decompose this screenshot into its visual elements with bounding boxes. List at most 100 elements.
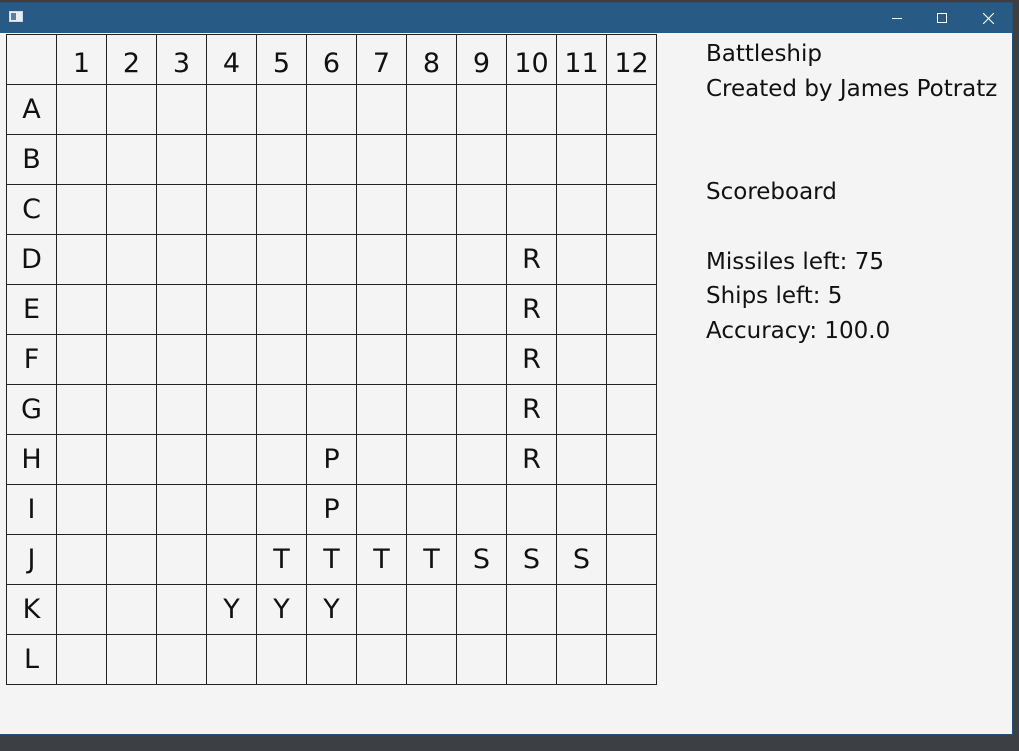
board-cell-E8[interactable] xyxy=(407,285,457,335)
board-cell-F10[interactable]: R xyxy=(507,335,557,385)
board-cell-I5[interactable] xyxy=(257,485,307,535)
board-cell-J1[interactable] xyxy=(57,535,107,585)
board-cell-K2[interactable] xyxy=(107,585,157,635)
board-cell-D9[interactable] xyxy=(457,235,507,285)
board-cell-D12[interactable] xyxy=(607,235,657,285)
board-cell-F2[interactable] xyxy=(107,335,157,385)
board-cell-G8[interactable] xyxy=(407,385,457,435)
board-cell-J3[interactable] xyxy=(157,535,207,585)
board-cell-D2[interactable] xyxy=(107,235,157,285)
board-cell-F1[interactable] xyxy=(57,335,107,385)
board-cell-J5[interactable]: T xyxy=(257,535,307,585)
board-cell-J9[interactable]: S xyxy=(457,535,507,585)
board-cell-A12[interactable] xyxy=(607,85,657,135)
board-cell-E3[interactable] xyxy=(157,285,207,335)
board-cell-A8[interactable] xyxy=(407,85,457,135)
board-cell-L6[interactable] xyxy=(307,635,357,685)
board-cell-E10[interactable]: R xyxy=(507,285,557,335)
board-cell-G5[interactable] xyxy=(257,385,307,435)
board-cell-L8[interactable] xyxy=(407,635,457,685)
board-cell-G1[interactable] xyxy=(57,385,107,435)
board-cell-C12[interactable] xyxy=(607,185,657,235)
board-cell-G2[interactable] xyxy=(107,385,157,435)
board-cell-B4[interactable] xyxy=(207,135,257,185)
board-cell-E2[interactable] xyxy=(107,285,157,335)
board-cell-A4[interactable] xyxy=(207,85,257,135)
board-cell-J12[interactable] xyxy=(607,535,657,585)
board-cell-I3[interactable] xyxy=(157,485,207,535)
board-cell-L2[interactable] xyxy=(107,635,157,685)
board-cell-I12[interactable] xyxy=(607,485,657,535)
board-cell-C2[interactable] xyxy=(107,185,157,235)
maximize-button[interactable] xyxy=(919,3,965,33)
board-cell-I2[interactable] xyxy=(107,485,157,535)
board-cell-E1[interactable] xyxy=(57,285,107,335)
board-cell-I1[interactable] xyxy=(57,485,107,535)
board-cell-G9[interactable] xyxy=(457,385,507,435)
board-cell-B7[interactable] xyxy=(357,135,407,185)
board-cell-E9[interactable] xyxy=(457,285,507,335)
board-cell-A11[interactable] xyxy=(557,85,607,135)
board-cell-C4[interactable] xyxy=(207,185,257,235)
board-cell-C9[interactable] xyxy=(457,185,507,235)
board-cell-L5[interactable] xyxy=(257,635,307,685)
board-cell-G6[interactable] xyxy=(307,385,357,435)
board-cell-D7[interactable] xyxy=(357,235,407,285)
board-cell-D6[interactable] xyxy=(307,235,357,285)
board-cell-D4[interactable] xyxy=(207,235,257,285)
board-cell-C11[interactable] xyxy=(557,185,607,235)
board-cell-B2[interactable] xyxy=(107,135,157,185)
board-cell-E5[interactable] xyxy=(257,285,307,335)
board-cell-H12[interactable] xyxy=(607,435,657,485)
board-cell-K8[interactable] xyxy=(407,585,457,635)
board-cell-B11[interactable] xyxy=(557,135,607,185)
board-cell-I9[interactable] xyxy=(457,485,507,535)
board-cell-I4[interactable] xyxy=(207,485,257,535)
board-cell-C7[interactable] xyxy=(357,185,407,235)
board-cell-D11[interactable] xyxy=(557,235,607,285)
board-cell-A5[interactable] xyxy=(257,85,307,135)
minimize-button[interactable] xyxy=(874,3,920,33)
board-cell-F5[interactable] xyxy=(257,335,307,385)
board-cell-H11[interactable] xyxy=(557,435,607,485)
board-cell-L1[interactable] xyxy=(57,635,107,685)
board-cell-D5[interactable] xyxy=(257,235,307,285)
board-cell-B9[interactable] xyxy=(457,135,507,185)
board-cell-L4[interactable] xyxy=(207,635,257,685)
board-cell-H10[interactable]: R xyxy=(507,435,557,485)
board-cell-K7[interactable] xyxy=(357,585,407,635)
board-cell-K4[interactable]: Y xyxy=(207,585,257,635)
board-cell-C5[interactable] xyxy=(257,185,307,235)
board-cell-G11[interactable] xyxy=(557,385,607,435)
board-cell-A2[interactable] xyxy=(107,85,157,135)
board-cell-K6[interactable]: Y xyxy=(307,585,357,635)
board-cell-G10[interactable]: R xyxy=(507,385,557,435)
board-cell-F9[interactable] xyxy=(457,335,507,385)
board-cell-G7[interactable] xyxy=(357,385,407,435)
board-cell-A9[interactable] xyxy=(457,85,507,135)
board-cell-H5[interactable] xyxy=(257,435,307,485)
board-cell-F11[interactable] xyxy=(557,335,607,385)
board-cell-A6[interactable] xyxy=(307,85,357,135)
board-cell-E12[interactable] xyxy=(607,285,657,335)
board-cell-I10[interactable] xyxy=(507,485,557,535)
board-cell-E7[interactable] xyxy=(357,285,407,335)
board-cell-A1[interactable] xyxy=(57,85,107,135)
board-cell-K3[interactable] xyxy=(157,585,207,635)
board-cell-H7[interactable] xyxy=(357,435,407,485)
board-cell-H3[interactable] xyxy=(157,435,207,485)
close-button[interactable] xyxy=(965,3,1011,33)
board-cell-J11[interactable]: S xyxy=(557,535,607,585)
board-cell-I8[interactable] xyxy=(407,485,457,535)
board-cell-H8[interactable] xyxy=(407,435,457,485)
board-cell-G4[interactable] xyxy=(207,385,257,435)
board-cell-G12[interactable] xyxy=(607,385,657,435)
board-cell-H2[interactable] xyxy=(107,435,157,485)
board-cell-B5[interactable] xyxy=(257,135,307,185)
board-cell-L3[interactable] xyxy=(157,635,207,685)
board-cell-G3[interactable] xyxy=(157,385,207,435)
board-cell-D8[interactable] xyxy=(407,235,457,285)
title-bar[interactable] xyxy=(0,3,1012,33)
board-cell-K11[interactable] xyxy=(557,585,607,635)
board-cell-B10[interactable] xyxy=(507,135,557,185)
